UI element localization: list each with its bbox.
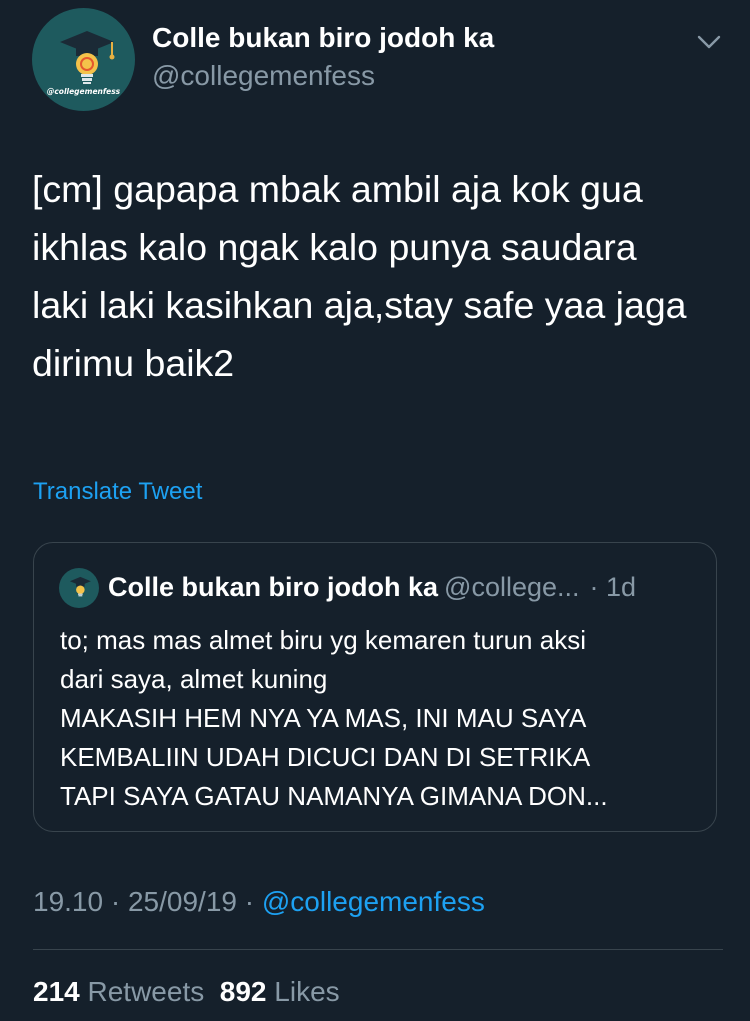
chevron-down-icon[interactable] — [696, 33, 722, 51]
retweets-label[interactable]: Retweets — [88, 976, 205, 1007]
tweet-source-link[interactable]: @collegemenfess — [262, 886, 485, 917]
tweet-date: 25/09/19 — [127, 886, 237, 917]
quoted-tweet-age-value: 1d — [606, 572, 637, 602]
likes-count[interactable]: 892 — [220, 976, 267, 1007]
avatar-caption: @collegemenfess — [46, 87, 121, 96]
tweet-time: 19.10 — [33, 886, 104, 917]
author-display-name[interactable]: Colle bukan biro jodoh ka — [152, 22, 494, 54]
graduation-lightbulb-logo — [69, 576, 91, 597]
quoted-tweet-header: Colle bukan biro jodoh ka @college... · 1d — [108, 572, 636, 603]
quoted-tweet-card[interactable]: Colle bukan biro jodoh ka @college... · 1d… — [33, 542, 717, 832]
retweets-count[interactable]: 214 — [33, 976, 80, 1007]
quoted-tweet-age: · 1d — [589, 572, 637, 602]
author-avatar[interactable]: @collegemenfess — [32, 8, 135, 111]
quoted-author-name: Colle bukan biro jodoh ka — [108, 572, 439, 602]
quoted-tweet-text: to; mas mas almet biru yg kemaren turun … — [60, 625, 608, 811]
quoted-author-avatar — [59, 568, 99, 608]
tweet-metadata: 19.10 · 25/09/19 · @collegemenfess — [33, 886, 485, 917]
likes-label[interactable]: Likes — [274, 976, 339, 1007]
tweet-stats: 214 Retweets 892 Likes — [33, 976, 340, 1008]
translate-tweet-link[interactable]: Translate Tweet — [33, 478, 202, 506]
tweet-text: [cm] gapapa mbak ambil aja kok gua ikhla… — [32, 168, 687, 384]
author-handle[interactable]: @collegemenfess — [152, 60, 375, 92]
quoted-author-handle: @college... — [444, 572, 580, 602]
stats-divider — [33, 949, 723, 950]
